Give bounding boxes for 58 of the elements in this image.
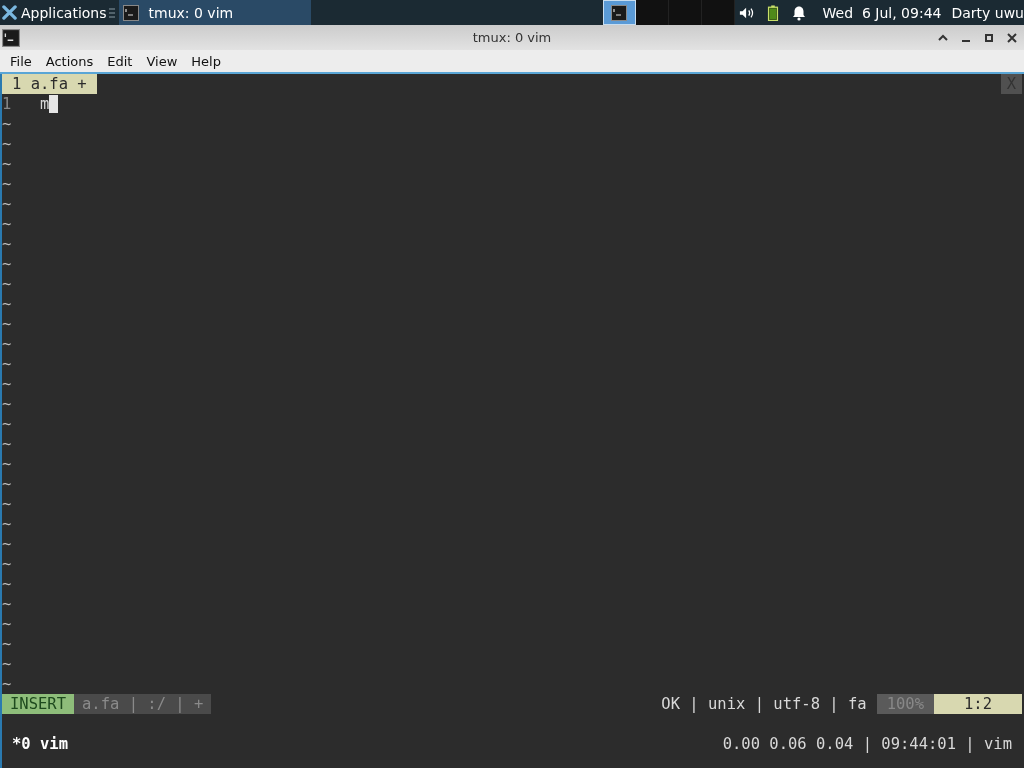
handle-icon[interactable] (108, 6, 115, 19)
empty-line-marker: ~ (2, 634, 12, 654)
empty-line-marker: ~ (2, 274, 12, 294)
empty-line-marker: ~ (2, 214, 12, 234)
empty-line-marker: ~ (2, 654, 12, 674)
empty-line-marker: ~ (2, 334, 12, 354)
empty-line-marker: ~ (2, 174, 12, 194)
empty-line-marker: ~ (2, 574, 12, 594)
menu-item[interactable]: Actions (38, 53, 101, 69)
empty-line-marker: ~ (2, 494, 12, 514)
mode-indicator: INSERT (2, 694, 74, 714)
menu-item[interactable]: File (3, 53, 39, 69)
empty-line-marker: ~ (2, 674, 12, 694)
close-button[interactable] (1006, 31, 1018, 44)
terminal-icon (122, 4, 139, 21)
terminal-icon (2, 28, 20, 47)
applications-menu[interactable]: Applications (0, 0, 109, 25)
empty-line-marker: ~ (2, 414, 12, 434)
window-title: tmux: 0 vim (472, 30, 552, 45)
empty-line-marker: ~ (2, 374, 12, 394)
empty-line-marker: ~ (2, 454, 12, 474)
menu-item[interactable]: Edit (100, 53, 140, 69)
tmux-window-name: *0 vim (11, 734, 68, 754)
x-logo-icon (2, 5, 17, 20)
terminal-icon (611, 4, 628, 21)
empty-line-marker: ~ (2, 194, 12, 214)
empty-line-marker: ~ (2, 594, 12, 614)
taskbar-window-button[interactable]: tmux: 0 vim (118, 0, 311, 25)
cursor-position: 1:2 (934, 694, 1022, 714)
menu-item[interactable]: Help (184, 53, 228, 69)
text-cursor (49, 95, 59, 113)
empty-line-marker: ~ (2, 514, 12, 534)
empty-line-marker: ~ (2, 614, 12, 634)
empty-line-marker: ~ (2, 394, 12, 414)
empty-line-marker: ~ (2, 314, 12, 334)
empty-line-marker: ~ (2, 134, 12, 154)
clock[interactable]: Wed 6 Jul, 09:44 (822, 4, 942, 21)
empty-line-marker: ~ (2, 534, 12, 554)
file-format-info: OK | unix | utf-8 | fa (661, 694, 868, 714)
empty-line-marker: ~ (2, 294, 12, 314)
menu-item[interactable]: View (139, 53, 185, 69)
line-number: 1 (2, 94, 13, 114)
empty-line-marker: ~ (2, 554, 12, 574)
file-info: a.fa | :/ | + (74, 694, 212, 714)
bell-icon[interactable] (790, 4, 807, 21)
workspace-button[interactable] (635, 0, 669, 25)
maximize-button[interactable] (983, 31, 995, 44)
empty-line-marker: ~ (2, 434, 12, 454)
buffer-tab[interactable]: 1 a.fa + (2, 74, 97, 94)
tmux-status-info: 0.00 0.06 0.04 | 09:44:01 | vim (722, 734, 1013, 754)
empty-line-marker: ~ (2, 354, 12, 374)
empty-line-marker: ~ (2, 114, 12, 134)
empty-line-marker: ~ (2, 234, 12, 254)
code-line: m (40, 94, 50, 114)
empty-line-marker: ~ (2, 254, 12, 274)
user-name[interactable]: Darty uwu (951, 4, 1024, 21)
empty-line-marker: ~ (2, 474, 12, 494)
empty-line-marker: ~ (2, 154, 12, 174)
